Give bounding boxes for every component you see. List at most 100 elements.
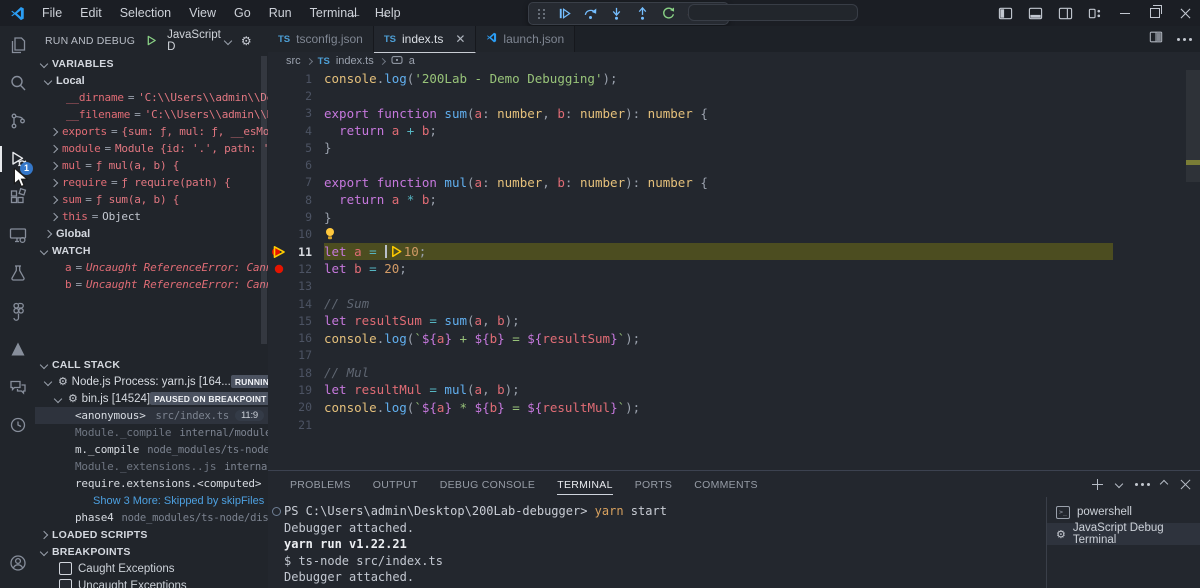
code-line-12[interactable]: 12 let b = 20; xyxy=(268,260,1200,277)
clock-icon[interactable] xyxy=(0,406,35,444)
remote-explorer-icon[interactable] xyxy=(0,216,35,254)
toggle-panel-icon[interactable] xyxy=(1020,0,1050,26)
menu-view[interactable]: View xyxy=(180,6,225,20)
panel-more-actions-icon[interactable] xyxy=(1135,482,1138,486)
variable-row[interactable]: Global xyxy=(35,225,268,242)
back-arrow-icon[interactable]: ← xyxy=(348,5,362,21)
breakpoint-icon[interactable] xyxy=(268,261,290,277)
code-line-16[interactable]: 16 console.log(`${a} + ${b} = ${resultSum… xyxy=(268,329,1200,346)
code-line-6[interactable]: 6 xyxy=(268,156,1200,173)
watch-section-header[interactable]: WATCH xyxy=(35,242,268,259)
terminal-list-item[interactable]: ⚙ JavaScript Debug Terminal xyxy=(1047,522,1200,546)
customize-layout-icon[interactable] xyxy=(1080,0,1110,26)
call-stack-row[interactable]: m._compile node_modules/ts-node/... xyxy=(35,441,268,458)
search-icon[interactable] xyxy=(0,64,35,102)
sidebar-scrollbar[interactable] xyxy=(261,56,267,344)
figma-icon[interactable] xyxy=(0,292,35,330)
variable-row[interactable]: exports={sum: ƒ, mul: ƒ, __esModu… xyxy=(35,123,268,140)
watch-row[interactable]: b=Uncaught ReferenceError: Cannot … xyxy=(35,276,268,293)
variable-row[interactable]: __dirname='C:\\Users\\admin\\Desk… xyxy=(35,89,268,106)
code-line-7[interactable]: 7 export function mul(a: number, b: numbe… xyxy=(268,174,1200,191)
code-line-8[interactable]: 8 return a * b; xyxy=(268,191,1200,208)
breadcrumb-item[interactable]: src xyxy=(286,55,301,67)
code-line-19[interactable]: 19 let resultMul = mul(a, b); xyxy=(268,381,1200,398)
call-stack-row[interactable]: phase4 node_modules/ts-node/dist/... xyxy=(35,509,268,526)
checkbox[interactable] xyxy=(59,579,72,588)
toolbar-drag-handle-icon[interactable] xyxy=(538,8,546,19)
debug-continue-icon[interactable] xyxy=(557,6,572,21)
comments-icon[interactable] xyxy=(0,368,35,406)
call-stack-row[interactable]: Module._compile internal/modules/... xyxy=(35,424,268,441)
panel-tab-terminal[interactable]: TERMINAL xyxy=(557,474,613,495)
debug-step-into-icon[interactable] xyxy=(609,6,624,21)
call-stack-section-header[interactable]: CALL STACK xyxy=(35,356,268,373)
call-stack-row[interactable]: Module._extensions..js internal/... xyxy=(35,458,268,475)
panel-tab-comments[interactable]: COMMENTS xyxy=(694,474,758,494)
paused-breakpoint-icon[interactable] xyxy=(268,244,290,260)
terminal-output[interactable]: PS C:\Users\admin\Desktop\200Lab-debugge… xyxy=(268,497,1046,588)
menu-selection[interactable]: Selection xyxy=(111,6,180,20)
command-center-searchbox[interactable] xyxy=(688,4,858,21)
variable-row[interactable]: mul = ƒ mul(a, b) { xyxy=(35,157,268,174)
start-debug-icon[interactable] xyxy=(146,35,157,46)
debug-step-over-icon[interactable] xyxy=(583,6,598,21)
code-line-11[interactable]: 11 let a = 10; xyxy=(268,242,1200,261)
code-line-18[interactable]: 18 // Mul xyxy=(268,364,1200,381)
variable-row[interactable]: this = Object xyxy=(35,208,268,225)
code-line-10[interactable]: 10 xyxy=(268,226,1200,243)
command-decoration-icon[interactable] xyxy=(272,507,281,516)
debug-step-out-icon[interactable] xyxy=(635,6,650,21)
code-line-1[interactable]: 1 console.log('200Lab - Demo Debugging'); xyxy=(268,70,1200,87)
code-line-3[interactable]: 3 export function sum(a: number, b: numbe… xyxy=(268,105,1200,122)
code-editor[interactable]: 1 console.log('200Lab - Demo Debugging');… xyxy=(268,70,1200,470)
restore-button[interactable] xyxy=(1140,0,1170,26)
code-line-2[interactable]: 2 xyxy=(268,87,1200,104)
panel-tab-problems[interactable]: PROBLEMS xyxy=(290,474,351,494)
tab-launch.json[interactable]: launch.json xyxy=(476,26,576,52)
close-panel-icon[interactable] xyxy=(1180,479,1190,489)
breadcrumb[interactable]: src TS index.ts a xyxy=(268,52,1200,70)
menu-run[interactable]: Run xyxy=(260,6,301,20)
azure-triangle-icon[interactable] xyxy=(0,330,35,368)
variable-row[interactable]: sum = ƒ sum(a, b) { xyxy=(35,191,268,208)
variable-row[interactable]: module=Module {id: '.', path: 'C:… xyxy=(35,140,268,157)
editor-more-actions-icon[interactable] xyxy=(1177,37,1180,41)
launch-config-dropdown[interactable]: JavaScript D xyxy=(167,29,233,53)
toggle-secondary-sidebar-icon[interactable] xyxy=(1050,0,1080,26)
forward-arrow-icon[interactable]: → xyxy=(376,5,390,21)
code-line-4[interactable]: 4 return a + b; xyxy=(268,122,1200,139)
code-line-15[interactable]: 15 let resultSum = sum(a, b); xyxy=(268,312,1200,329)
code-line-20[interactable]: 20 console.log(`${a} * ${b} = ${resultMul… xyxy=(268,399,1200,416)
variable-row[interactable]: __filename='C:\\Users\\admin\\Des… xyxy=(35,106,268,123)
lightbulb-icon[interactable] xyxy=(324,227,336,242)
code-line-17[interactable]: 17 xyxy=(268,347,1200,364)
debug-settings-gear-icon[interactable]: ⚙ xyxy=(241,34,252,48)
variable-row[interactable]: require = ƒ require(path) { xyxy=(35,174,268,191)
source-control-icon[interactable] xyxy=(0,102,35,140)
call-stack-row[interactable]: <anonymous> src/index.ts 11:9 xyxy=(35,407,268,424)
breakpoint-row[interactable]: Uncaught Exceptions xyxy=(35,577,268,588)
breakpoints-section-header[interactable]: BREAKPOINTS xyxy=(35,543,268,560)
variable-row[interactable]: Local xyxy=(35,72,268,89)
watch-row[interactable]: a=Uncaught ReferenceError: Cannot … xyxy=(35,259,268,276)
panel-tab-output[interactable]: OUTPUT xyxy=(373,474,418,494)
minimap[interactable] xyxy=(1118,72,1164,135)
maximize-panel-icon[interactable] xyxy=(1159,479,1169,489)
call-stack-row[interactable]: ⚙ bin.js [14524] PAUSED ON BREAKPOINT xyxy=(35,390,268,407)
checkbox[interactable] xyxy=(59,562,72,575)
close-window-button[interactable] xyxy=(1170,0,1200,26)
new-terminal-icon[interactable] xyxy=(1092,478,1103,490)
account-icon[interactable] xyxy=(0,544,35,582)
breadcrumb-item[interactable]: a xyxy=(409,55,415,67)
variables-section-header[interactable]: VARIABLES xyxy=(35,55,268,72)
menu-file[interactable]: File xyxy=(33,6,71,20)
call-stack-row[interactable]: ⚙Node.js Process: yarn.js [164...RUNNING xyxy=(35,373,268,390)
tab-index.ts[interactable]: TS index.ts ✕ xyxy=(373,26,477,53)
panel-tab-debug-console[interactable]: DEBUG CONSOLE xyxy=(440,474,536,494)
testing-flask-icon[interactable] xyxy=(0,254,35,292)
menu-edit[interactable]: Edit xyxy=(71,6,111,20)
explorer-icon[interactable] xyxy=(0,26,35,64)
close-tab-icon[interactable]: ✕ xyxy=(455,33,465,45)
menu-go[interactable]: Go xyxy=(225,6,260,20)
overview-ruler[interactable] xyxy=(1186,70,1200,470)
